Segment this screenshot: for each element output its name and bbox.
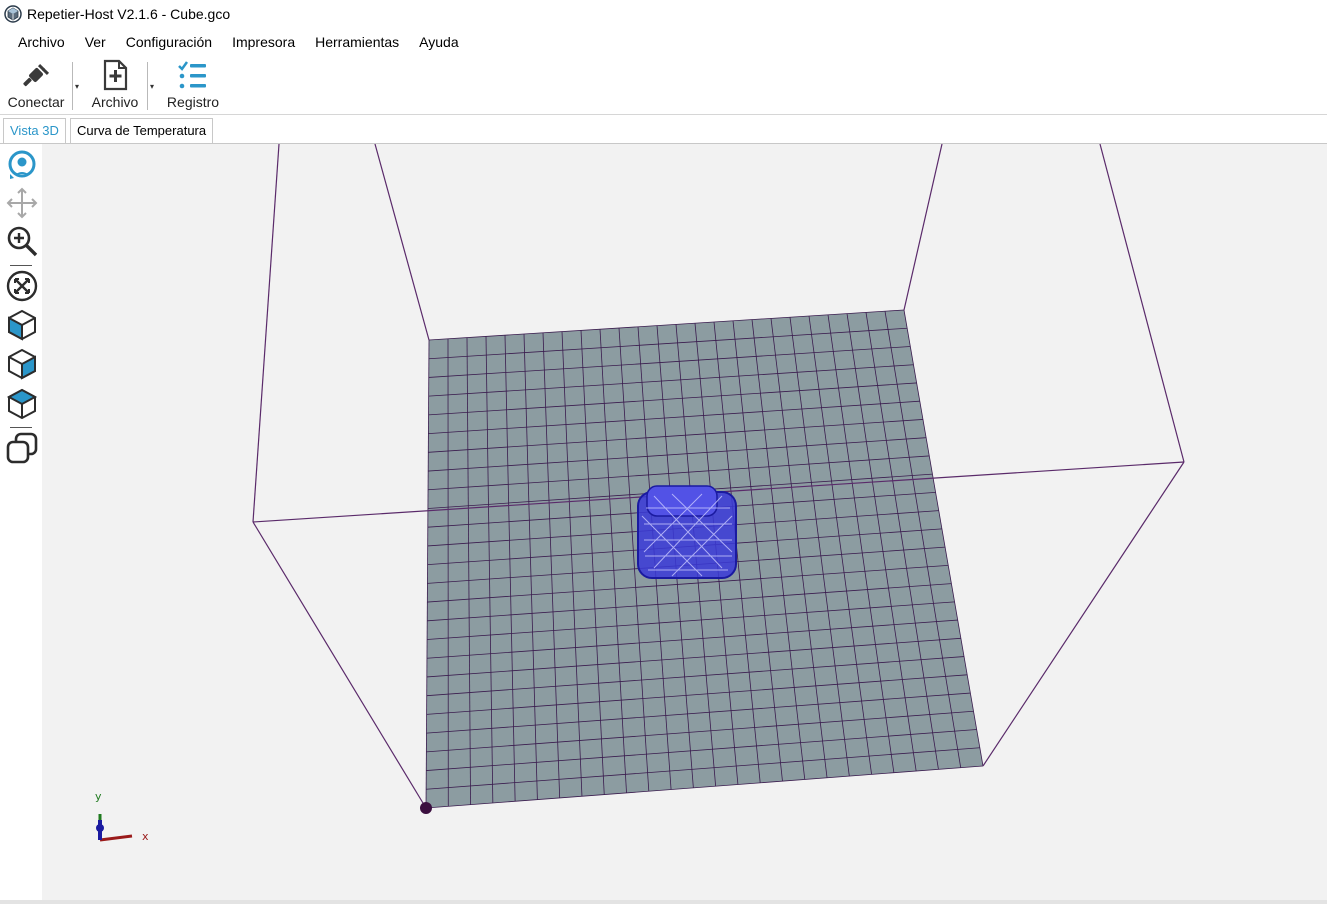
- toolbar-divider: [72, 62, 73, 110]
- menu-ayuda[interactable]: Ayuda: [409, 30, 468, 54]
- 3d-scene[interactable]: y x: [42, 144, 1327, 902]
- view-tabs: Vista 3D Curva de Temperatura: [0, 116, 1327, 144]
- file-button[interactable]: Archivo: [86, 56, 144, 112]
- log-button[interactable]: Registro: [162, 56, 224, 112]
- menu-impresora[interactable]: Impresora: [222, 30, 305, 54]
- front-view-icon[interactable]: [5, 308, 39, 342]
- window-title: Repetier-Host V2.1.6 - Cube.gco: [27, 6, 231, 22]
- axis-gizmo: y x: [95, 790, 149, 843]
- title-bar: Repetier-Host V2.1.6 - Cube.gco: [0, 0, 1327, 28]
- window-bottom-edge: [0, 900, 1327, 904]
- plug-icon: [23, 63, 50, 87]
- connect-button[interactable]: Conectar: [4, 56, 68, 112]
- 3d-view-canvas[interactable]: y x: [42, 144, 1327, 902]
- side-view-icon[interactable]: [5, 347, 39, 381]
- tab-temperature-curve[interactable]: Curva de Temperatura: [70, 118, 214, 143]
- axis-label-x: x: [142, 830, 149, 843]
- tab-3d-view[interactable]: Vista 3D: [3, 118, 66, 143]
- menu-archivo[interactable]: Archivo: [0, 30, 75, 54]
- move-icon[interactable]: [5, 186, 39, 220]
- fit-view-icon[interactable]: [5, 269, 39, 303]
- toolbar-divider: [147, 62, 148, 110]
- origin-marker: [420, 802, 432, 814]
- tools-divider: [10, 427, 32, 428]
- repetier-cube-icon: [4, 5, 22, 23]
- printed-model-cube: [637, 485, 737, 579]
- axis-label-y: y: [95, 790, 102, 803]
- checklist-icon: [178, 61, 206, 89]
- parallel-projection-icon[interactable]: [5, 431, 39, 465]
- main-toolbar: Conectar ▾ Archivo ▾ Registro: [0, 56, 1327, 115]
- menu-configuracion[interactable]: Configuración: [116, 30, 222, 54]
- menu-bar: Archivo Ver Configuración Impresora Herr…: [0, 30, 1327, 54]
- connect-dropdown-arrow[interactable]: ▾: [75, 82, 79, 91]
- file-add-icon: [103, 59, 128, 91]
- top-view-icon[interactable]: [5, 387, 39, 421]
- menu-herramientas[interactable]: Herramientas: [305, 30, 409, 54]
- connect-label: Conectar: [7, 94, 65, 110]
- menu-ver[interactable]: Ver: [75, 30, 116, 54]
- tools-divider: [10, 265, 32, 266]
- zoom-icon[interactable]: [5, 224, 39, 258]
- rotate-icon[interactable]: [5, 148, 39, 182]
- view-tools-toolbar: [0, 144, 42, 902]
- log-label: Registro: [166, 94, 220, 110]
- file-label: Archivo: [91, 94, 139, 110]
- file-dropdown-arrow[interactable]: ▾: [150, 82, 154, 91]
